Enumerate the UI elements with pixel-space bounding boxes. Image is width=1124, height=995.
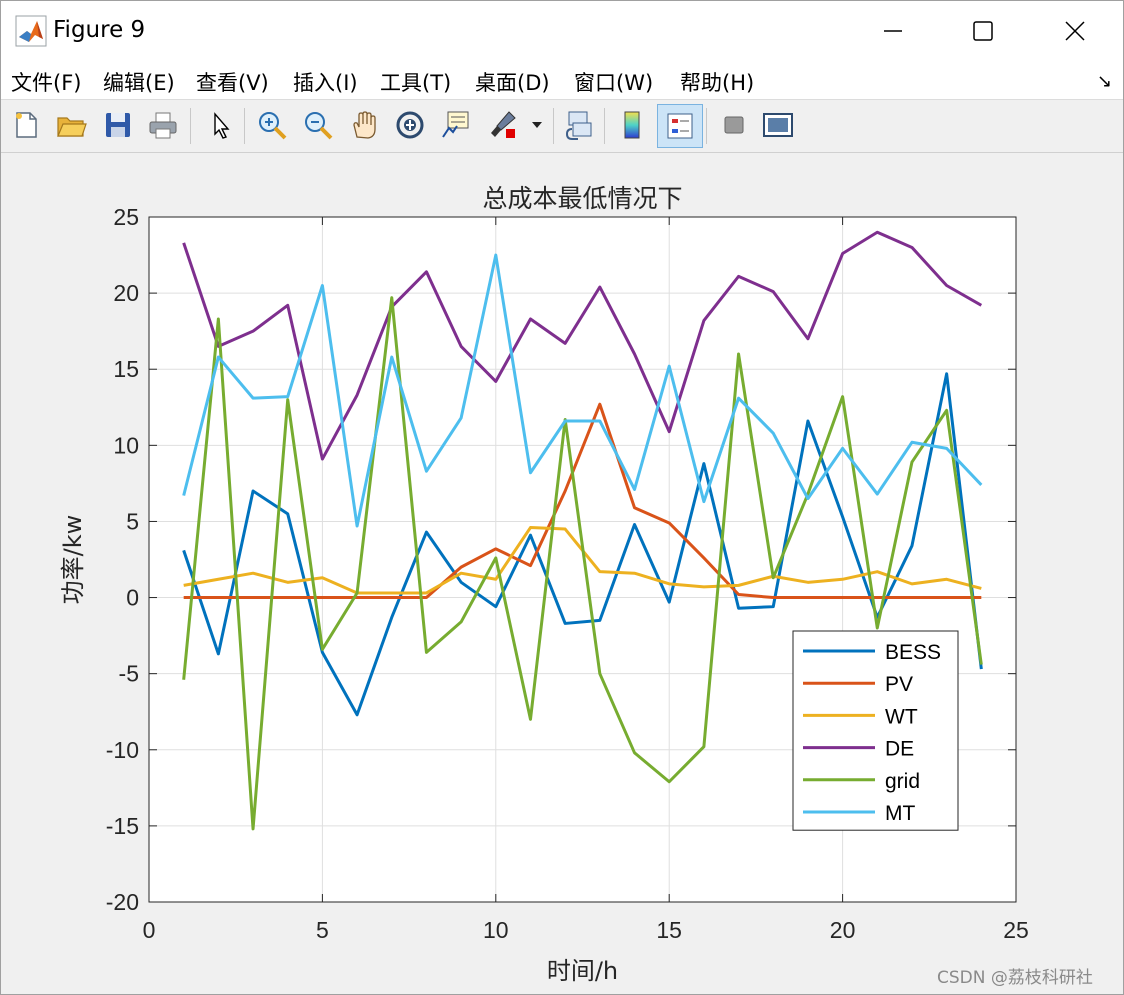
figure-window: Figure 9 文件(F) 编辑(E) 查看(V) 插入(I) 工具(T) 桌… bbox=[0, 0, 1124, 995]
x-tick-label: 15 bbox=[656, 917, 682, 943]
pointer-icon bbox=[214, 112, 230, 139]
hide-plot-tools-icon bbox=[724, 116, 744, 134]
new-figure-button[interactable] bbox=[7, 106, 45, 144]
x-tick-label: 10 bbox=[483, 917, 509, 943]
toolbar-separator bbox=[553, 108, 554, 144]
y-tick-label: 20 bbox=[113, 280, 139, 306]
y-tick-label: 5 bbox=[126, 508, 139, 534]
y-tick-label: -15 bbox=[106, 813, 139, 839]
y-tick-label: 15 bbox=[113, 356, 139, 382]
brush-dropdown[interactable] bbox=[527, 106, 547, 144]
menu-edit[interactable]: 编辑(E) bbox=[103, 67, 175, 97]
close-button[interactable] bbox=[1029, 1, 1121, 61]
menu-desktop[interactable]: 桌面(D) bbox=[475, 67, 550, 97]
zoom-in-icon bbox=[259, 112, 287, 140]
colorbar-button[interactable] bbox=[613, 106, 651, 144]
maximize-button[interactable] bbox=[937, 1, 1029, 61]
minimize-button[interactable] bbox=[847, 1, 939, 61]
print-button[interactable] bbox=[144, 106, 182, 144]
menu-help[interactable]: 帮助(H) bbox=[680, 67, 754, 97]
legend-label-grid: grid bbox=[885, 770, 920, 793]
menu-bar: 文件(F) 编辑(E) 查看(V) 插入(I) 工具(T) 桌面(D) 窗口(W… bbox=[1, 61, 1123, 100]
menu-insert[interactable]: 插入(I) bbox=[293, 67, 358, 97]
open-file-button[interactable] bbox=[52, 106, 90, 144]
pan-hand-icon bbox=[353, 111, 376, 139]
menu-view[interactable]: 查看(V) bbox=[196, 67, 269, 97]
x-tick-label: 5 bbox=[316, 917, 329, 943]
x-tick-label: 0 bbox=[143, 917, 156, 943]
y-tick-label: 0 bbox=[126, 585, 139, 611]
zoom-out-button[interactable] bbox=[299, 106, 337, 144]
x-tick-label: 20 bbox=[830, 917, 856, 943]
link-plot-button[interactable] bbox=[561, 106, 599, 144]
toolbar-separator bbox=[244, 108, 245, 144]
legend-button[interactable] bbox=[657, 104, 703, 148]
zoom-in-button[interactable] bbox=[253, 106, 291, 144]
legend-label-mt: MT bbox=[885, 802, 915, 825]
chevron-down-icon bbox=[532, 122, 542, 128]
colorbar-icon bbox=[624, 111, 640, 139]
toolbar-separator bbox=[706, 108, 707, 144]
menu-window[interactable]: 窗口(W) bbox=[574, 67, 653, 97]
zoom-out-icon bbox=[305, 112, 333, 140]
rotate-3d-icon bbox=[396, 111, 424, 139]
x-axis-label: 时间/h bbox=[547, 957, 618, 985]
hide-plot-tools-button[interactable] bbox=[715, 106, 753, 144]
matlab-logo-icon bbox=[15, 15, 47, 47]
pan-button[interactable] bbox=[345, 106, 383, 144]
y-tick-label: 25 bbox=[113, 204, 139, 230]
maximize-icon bbox=[973, 21, 993, 41]
y-tick-label: 10 bbox=[113, 432, 139, 458]
window-title: Figure 9 bbox=[53, 17, 146, 43]
new-figure-icon bbox=[16, 112, 37, 138]
brush-button[interactable] bbox=[484, 106, 522, 144]
legend-label-bess: BESS bbox=[885, 641, 941, 664]
legend-icon bbox=[667, 113, 693, 139]
legend-label-pv: PV bbox=[885, 673, 913, 696]
toolbar-separator bbox=[604, 108, 605, 144]
open-file-icon bbox=[57, 117, 87, 137]
menu-tools[interactable]: 工具(T) bbox=[380, 67, 451, 97]
chart-title: 总成本最低情况下 bbox=[482, 184, 682, 213]
dock-arrow-icon[interactable]: ↘ bbox=[1097, 71, 1112, 92]
minimize-icon bbox=[884, 30, 902, 32]
save-button[interactable] bbox=[99, 106, 137, 144]
line-chart[interactable]: 0 5 10 15 20 25 -20 -15 -10 -5 0 5 10 15 20 25 总成本最低情况下时… bbox=[1, 153, 1123, 994]
legend-label-de: DE bbox=[885, 738, 914, 761]
pointer-button[interactable] bbox=[201, 106, 239, 144]
y-tick-label: -10 bbox=[106, 737, 139, 763]
save-icon bbox=[106, 113, 130, 137]
figure-canvas[interactable]: 0 5 10 15 20 25 -20 -15 -10 -5 0 5 10 15 20 25 总成本最低情况下时… bbox=[1, 153, 1123, 994]
print-icon bbox=[149, 112, 177, 139]
y-tick-label: -20 bbox=[106, 889, 139, 915]
legend-label-wt: WT bbox=[885, 705, 918, 728]
link-plot-icon bbox=[565, 111, 592, 140]
watermark-text: CSDN @荔枝科研社 bbox=[937, 968, 1093, 988]
x-tick-label: 25 bbox=[1003, 917, 1029, 943]
brush-icon bbox=[491, 111, 516, 138]
show-plot-tools-icon bbox=[763, 113, 793, 137]
close-icon bbox=[1065, 21, 1085, 41]
figure-toolbar bbox=[1, 100, 1123, 153]
y-axis-label: 功率/kw bbox=[59, 515, 87, 605]
toolbar-separator bbox=[190, 108, 191, 144]
data-cursor-icon bbox=[442, 111, 469, 138]
menu-file[interactable]: 文件(F) bbox=[11, 67, 81, 97]
show-plot-tools-button[interactable] bbox=[759, 106, 797, 144]
rotate-3d-button[interactable] bbox=[391, 106, 429, 144]
y-tick-label: -5 bbox=[119, 661, 139, 687]
title-bar[interactable]: Figure 9 bbox=[1, 1, 1123, 61]
data-cursor-button[interactable] bbox=[437, 106, 475, 144]
